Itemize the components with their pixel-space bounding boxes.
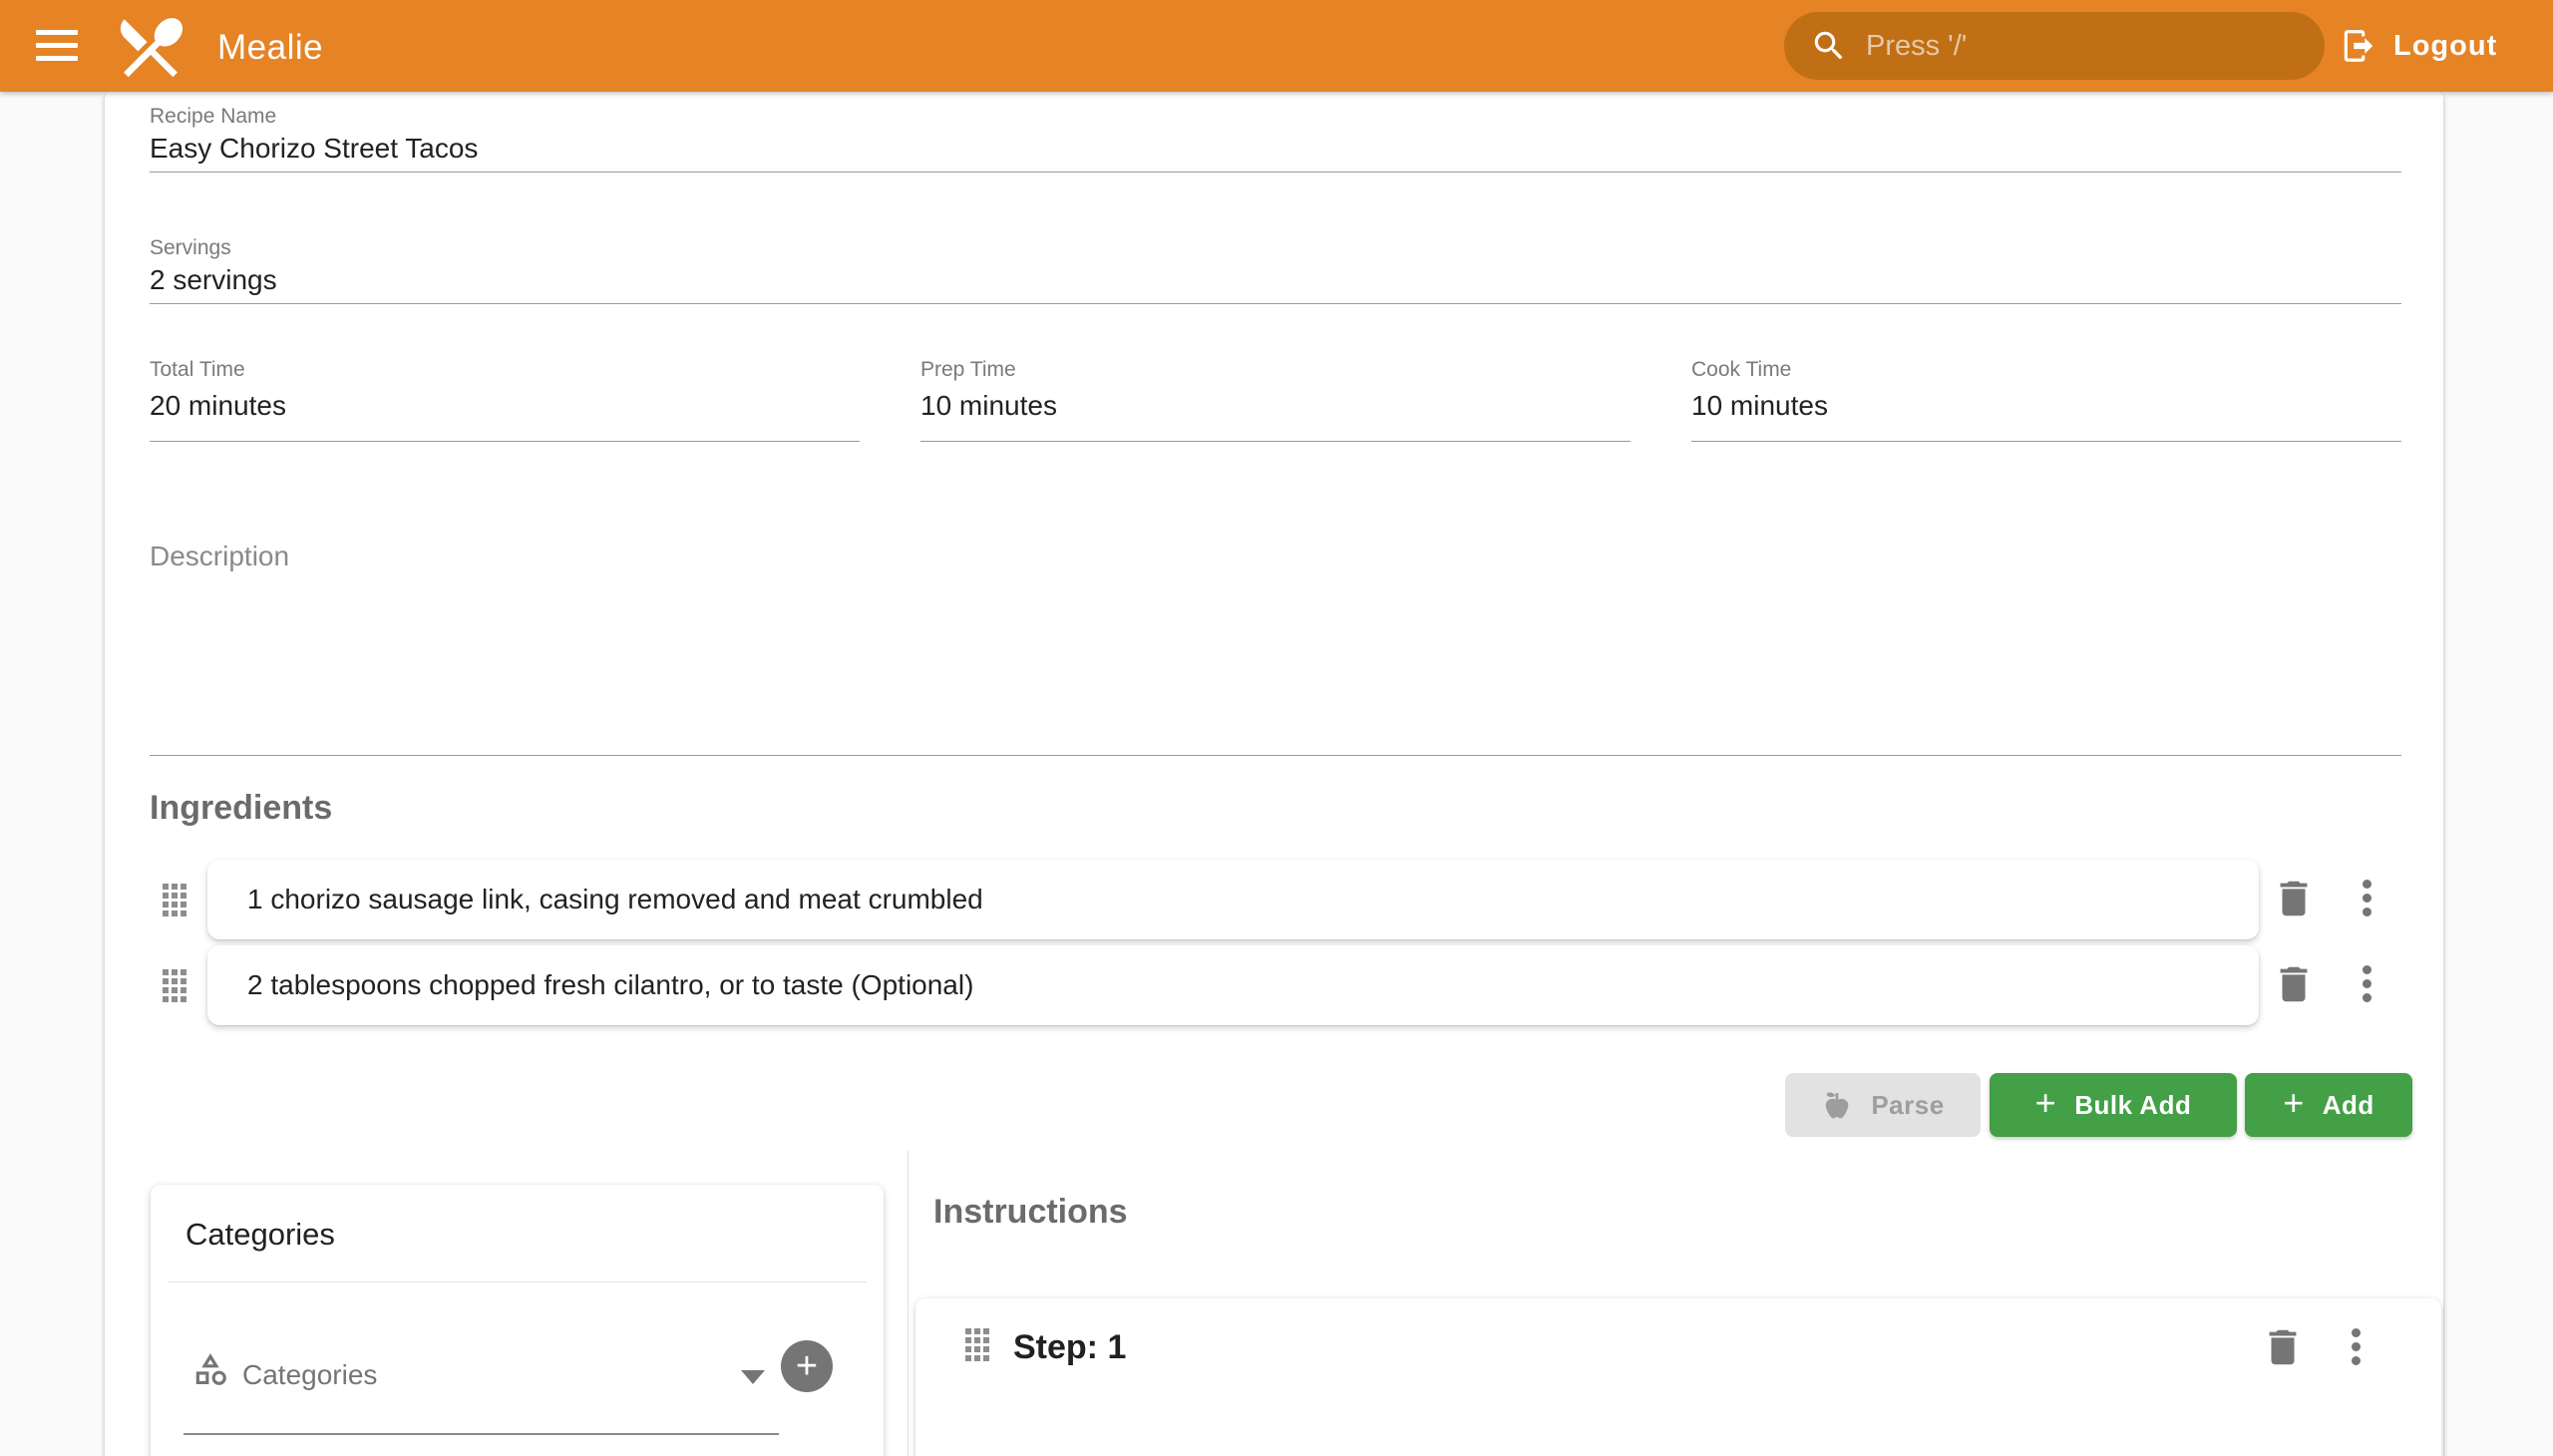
instructions-heading: Instructions <box>933 1195 1128 1229</box>
trash-icon <box>2260 1324 2306 1370</box>
servings-underline <box>150 303 2401 304</box>
categories-divider <box>168 1281 867 1282</box>
delete-ingredient-button[interactable] <box>2271 876 2317 924</box>
recipe-edit-card: Recipe Name Easy Chorizo Street Tacos Se… <box>105 92 2443 1456</box>
search-placeholder: Press '/' <box>1866 30 1967 63</box>
chevron-down-icon[interactable] <box>741 1370 765 1384</box>
trash-icon <box>2271 876 2317 921</box>
step-title: Step: 1 <box>1013 1330 1126 1364</box>
cook-time-field[interactable]: 10 minutes <box>1691 389 1828 423</box>
kebab-icon <box>2363 965 2371 974</box>
recipe-name-field[interactable]: Easy Chorizo Street Tacos <box>150 132 478 166</box>
recipe-name-label: Recipe Name <box>150 106 276 127</box>
trash-icon <box>2271 961 2317 1007</box>
apple-icon <box>1821 1089 1853 1121</box>
search-input[interactable]: Press '/' <box>1784 12 2325 80</box>
categories-card-title: Categories <box>185 1219 335 1250</box>
bulk-add-button[interactable]: + Bulk Add <box>1990 1073 2237 1137</box>
prep-time-underline <box>920 441 1631 442</box>
add-category-button[interactable]: + <box>781 1340 833 1392</box>
drag-handle-icon[interactable] <box>163 969 186 1002</box>
plus-icon: + <box>796 1345 818 1387</box>
ingredients-heading: Ingredients <box>150 791 332 825</box>
cook-time-underline <box>1691 441 2401 442</box>
kebab-icon <box>2363 880 2371 889</box>
instruction-step-card: Step: 1 Combine crumbled chorizo and chi… <box>915 1298 2441 1456</box>
total-time-label: Total Time <box>150 359 245 380</box>
description-underline <box>150 755 2401 756</box>
total-time-field[interactable]: 20 minutes <box>150 389 286 423</box>
servings-label: Servings <box>150 237 231 258</box>
categories-select-underline <box>183 1433 779 1435</box>
ingredient-text: 1 chorizo sausage link, casing removed a… <box>247 884 983 915</box>
mealie-logo-icon <box>112 8 189 86</box>
recipe-name-underline <box>150 172 2401 173</box>
ingredient-input[interactable]: 1 chorizo sausage link, casing removed a… <box>207 860 2259 939</box>
logout-label: Logout <box>2393 30 2497 63</box>
logout-icon <box>2340 27 2377 65</box>
add-label: Add <box>2323 1090 2374 1121</box>
description-label: Description <box>150 543 289 570</box>
cook-time-label: Cook Time <box>1691 359 1791 380</box>
ingredient-input[interactable]: 2 tablespoons chopped fresh cilantro, or… <box>207 945 2259 1025</box>
plus-icon: + <box>2035 1085 2057 1121</box>
categories-card: Categories Categories + <box>151 1185 884 1456</box>
ingredient-menu-button[interactable] <box>2363 880 2371 889</box>
drag-handle-icon[interactable] <box>163 884 186 916</box>
add-ingredient-button[interactable]: + Add <box>2245 1073 2412 1137</box>
prep-time-field[interactable]: 10 minutes <box>920 389 1057 423</box>
app-title: Mealie <box>217 28 323 68</box>
bulk-add-label: Bulk Add <box>2074 1090 2191 1121</box>
ingredient-text: 2 tablespoons chopped fresh cilantro, or… <box>247 969 973 1001</box>
categories-select[interactable]: Categories <box>242 1361 377 1389</box>
column-divider <box>908 1151 909 1456</box>
step-menu-button[interactable] <box>2352 1328 2361 1337</box>
app-header: Mealie Press '/' Logout <box>0 0 2553 92</box>
logout-button[interactable]: Logout <box>2340 0 2497 92</box>
shapes-icon <box>191 1350 229 1388</box>
ingredient-row: 1 chorizo sausage link, casing removed a… <box>105 860 2443 939</box>
servings-field[interactable]: 2 servings <box>150 263 277 297</box>
delete-ingredient-button[interactable] <box>2271 961 2317 1010</box>
search-icon <box>1810 27 1848 65</box>
ingredient-row: 2 tablespoons chopped fresh cilantro, or… <box>105 945 2443 1025</box>
drag-handle-icon[interactable] <box>965 1328 989 1361</box>
total-time-underline <box>150 441 860 442</box>
ingredient-menu-button[interactable] <box>2363 965 2371 974</box>
kebab-icon <box>2352 1328 2361 1337</box>
prep-time-label: Prep Time <box>920 359 1016 380</box>
parse-label: Parse <box>1871 1090 1944 1121</box>
mealie-recipe-editor-page: Mealie Press '/' Logout Recipe Name Easy… <box>0 0 2553 1456</box>
delete-step-button[interactable] <box>2260 1324 2306 1373</box>
parse-button[interactable]: Parse <box>1785 1073 1981 1137</box>
description-field[interactable] <box>150 580 2398 750</box>
menu-icon[interactable] <box>36 30 78 62</box>
plus-icon: + <box>2283 1085 2305 1121</box>
